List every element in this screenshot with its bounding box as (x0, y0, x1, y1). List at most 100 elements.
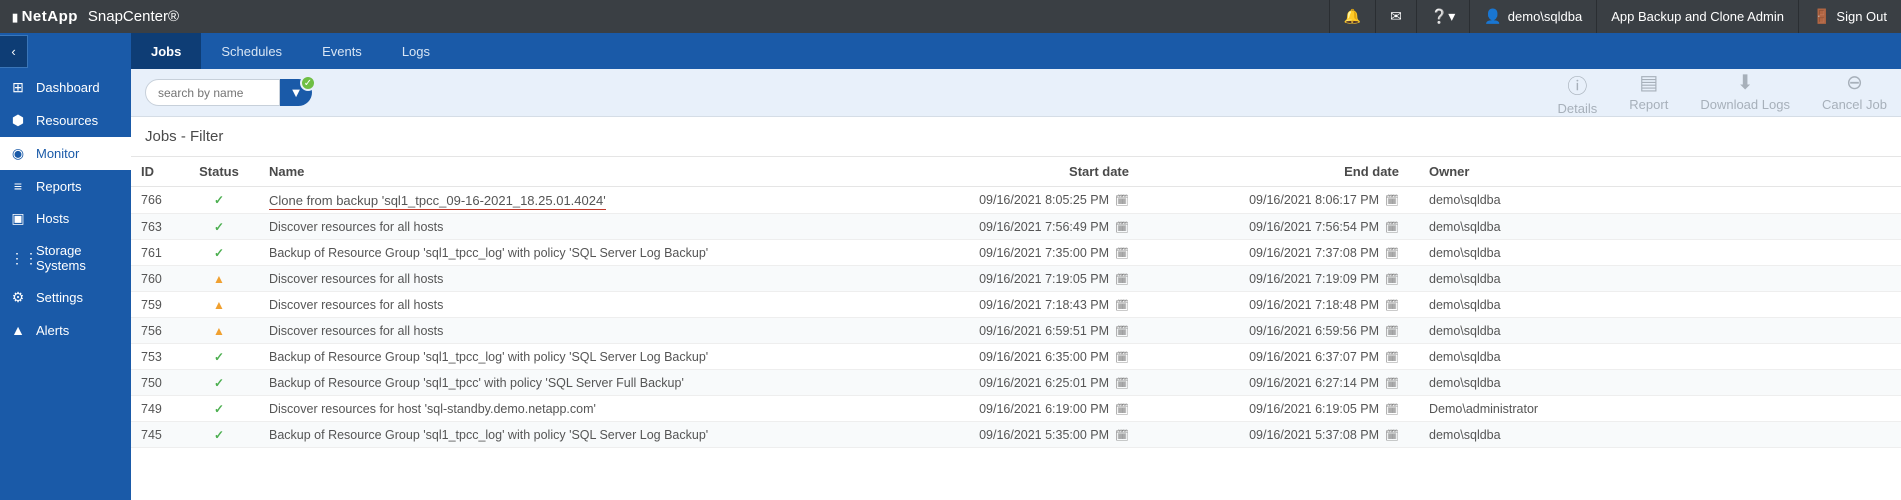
sidebar-item-alerts[interactable]: ▲ Alerts (0, 314, 131, 346)
cell-name: Backup of Resource Group 'sql1_tpcc' wit… (259, 370, 879, 396)
col-start[interactable]: Start date (879, 157, 1149, 187)
cell-id: 760 (131, 266, 179, 292)
cell-id: 753 (131, 344, 179, 370)
sidebar-item-label: Monitor (36, 146, 79, 161)
action-cancel-job[interactable]: ⊖Cancel Job (1822, 70, 1887, 116)
table-row[interactable]: 749✓Discover resources for host 'sql-sta… (131, 396, 1901, 422)
action-label: Report (1629, 97, 1668, 112)
toolbar: ▼ ✓ ⓘ Details ▤Report ⬇Download Logs ⊖Cancel… (131, 69, 1901, 117)
action-label: Details (1558, 101, 1598, 116)
tab-jobs[interactable]: Jobs (131, 33, 201, 69)
chevron-left-icon: ‹ (11, 44, 15, 59)
cell-name: Discover resources for host 'sql-standby… (259, 396, 879, 422)
sidebar-item-label: Settings (36, 290, 83, 305)
calendar-icon: 🗓 (1385, 404, 1399, 416)
cell-status: ✓ (179, 344, 259, 370)
sidebar-item-resources[interactable]: ⬢Resources (0, 104, 131, 137)
page-title: Jobs - Filter (131, 117, 1901, 156)
filter-applied-icon: ✓ (300, 75, 316, 91)
notifications-button[interactable]: 🔔 (1329, 0, 1375, 33)
search-input[interactable] (145, 79, 280, 106)
tab-events[interactable]: Events (302, 33, 382, 69)
action-report[interactable]: ▤Report (1629, 70, 1668, 116)
status-success-icon: ✓ (214, 193, 224, 207)
cell-owner: demo\sqldba (1419, 318, 1901, 344)
signout-icon: 🚪 (1813, 8, 1830, 25)
sidebar-item-storage-systems[interactable]: ⋮⋮Storage Systems (0, 235, 131, 281)
cell-owner: demo\sqldba (1419, 422, 1901, 448)
cell-start: 09/16/2021 7:56:49 PM🗓 (879, 214, 1149, 240)
table-row[interactable]: 756▲Discover resources for all hosts09/1… (131, 318, 1901, 344)
calendar-icon: 🗓 (1385, 274, 1399, 286)
alerts-icon: ▲ (10, 322, 26, 338)
table-row[interactable]: 750✓Backup of Resource Group 'sql1_tpcc'… (131, 370, 1901, 396)
signout-button[interactable]: 🚪Sign Out (1798, 0, 1901, 33)
calendar-icon: 🗓 (1115, 300, 1129, 312)
calendar-icon: 🗓 (1385, 195, 1399, 207)
cell-start: 09/16/2021 6:19:00 PM🗓 (879, 396, 1149, 422)
sidebar-toggle[interactable]: ‹ (0, 35, 28, 68)
sidebar: ‹ ⊞Dashboard⬢Resources ◉ Monitor ≡Reports▣H… (0, 33, 131, 500)
status-success-icon: ✓ (214, 376, 224, 390)
col-id[interactable]: ID (131, 157, 179, 187)
status-success-icon: ✓ (214, 246, 224, 260)
calendar-icon: 🗓 (1385, 248, 1399, 260)
details-icon: ⓘ (1567, 70, 1587, 99)
status-success-icon: ✓ (214, 350, 224, 364)
cell-name: Discover resources for all hosts (259, 266, 879, 292)
cell-id: 763 (131, 214, 179, 240)
storage systems-icon: ⋮⋮ (10, 250, 26, 267)
sidebar-item-monitor[interactable]: ◉ Monitor (0, 137, 131, 170)
help-button[interactable]: ❔▾ (1416, 0, 1469, 33)
table-row[interactable]: 760▲Discover resources for all hosts09/1… (131, 266, 1901, 292)
action-details[interactable]: ⓘ Details (1558, 70, 1598, 116)
calendar-icon: 🗓 (1115, 326, 1129, 338)
col-owner[interactable]: Owner (1419, 157, 1901, 187)
calendar-icon: 🗓 (1115, 248, 1129, 260)
cell-end: 09/16/2021 7:37:08 PM🗓 (1149, 240, 1419, 266)
cell-end: 09/16/2021 7:56:54 PM🗓 (1149, 214, 1419, 240)
table-row[interactable]: 745✓Backup of Resource Group 'sql1_tpcc_… (131, 422, 1901, 448)
cell-id: 759 (131, 292, 179, 318)
hosts-icon: ▣ (10, 210, 26, 227)
filter-button[interactable]: ▼ ✓ (280, 79, 312, 106)
sidebar-item-label: Alerts (36, 323, 69, 338)
cell-end: 09/16/2021 7:19:09 PM🗓 (1149, 266, 1419, 292)
cell-end: 09/16/2021 6:37:07 PM🗓 (1149, 344, 1419, 370)
table-row[interactable]: 759▲Discover resources for all hosts09/1… (131, 292, 1901, 318)
table-row[interactable]: 753 ✓ Backup of Resource Group 'sql1_tpcc_… (131, 344, 1901, 370)
cell-id: 756 (131, 318, 179, 344)
resources-icon: ⬢ (10, 112, 26, 129)
messages-button[interactable]: ✉ (1375, 0, 1416, 33)
cell-name: Backup of Resource Group 'sql1_tpcc_log'… (259, 422, 879, 448)
action-download-logs[interactable]: ⬇Download Logs (1700, 70, 1790, 116)
table-row[interactable]: 766✓Clone from backup 'sql1_tpcc_09-16-2… (131, 187, 1901, 214)
cell-name: Discover resources for all hosts (259, 318, 879, 344)
col-status[interactable]: Status (179, 157, 259, 187)
cell-end: 09/16/2021 6:27:14 PM🗓 (1149, 370, 1419, 396)
cell-status: ▲ (179, 266, 259, 292)
cell-end: 09/16/2021 5:37:08 PM🗓 (1149, 422, 1419, 448)
calendar-icon: 🗓 (1115, 274, 1129, 286)
cell-owner: Demo\administrator (1419, 396, 1901, 422)
download-logs-icon: ⬇ (1737, 70, 1754, 95)
cell-owner: demo\sqldba (1419, 266, 1901, 292)
brand-logo: NetApp SnapCenter® (12, 8, 179, 25)
col-end[interactable]: End date (1149, 157, 1419, 187)
tab-logs[interactable]: Logs (382, 33, 450, 69)
user-menu[interactable]: 👤demo\sqldba (1469, 0, 1596, 33)
calendar-icon: 🗓 (1115, 430, 1129, 442)
sidebar-item-dashboard[interactable]: ⊞Dashboard (0, 71, 131, 104)
sidebar-item-hosts[interactable]: ▣Hosts (0, 202, 131, 235)
user-icon: 👤 (1484, 8, 1501, 25)
tab-schedules[interactable]: Schedules (201, 33, 302, 69)
table-row[interactable]: 761✓Backup of Resource Group 'sql1_tpcc_… (131, 240, 1901, 266)
table-row[interactable]: 763✓Discover resources for all hosts09/1… (131, 214, 1901, 240)
sidebar-item-settings[interactable]: ⚙Settings (0, 281, 131, 314)
sidebar-item-reports[interactable]: ≡Reports (0, 170, 131, 202)
col-name[interactable]: Name (259, 157, 879, 187)
cell-name: Backup of Resource Group 'sql1_tpcc_log'… (259, 344, 879, 370)
cell-start: 09/16/2021 7:19:05 PM🗓 (879, 266, 1149, 292)
calendar-icon: 🗓 (1115, 352, 1129, 364)
monitor-icon: ◉ (10, 145, 26, 162)
